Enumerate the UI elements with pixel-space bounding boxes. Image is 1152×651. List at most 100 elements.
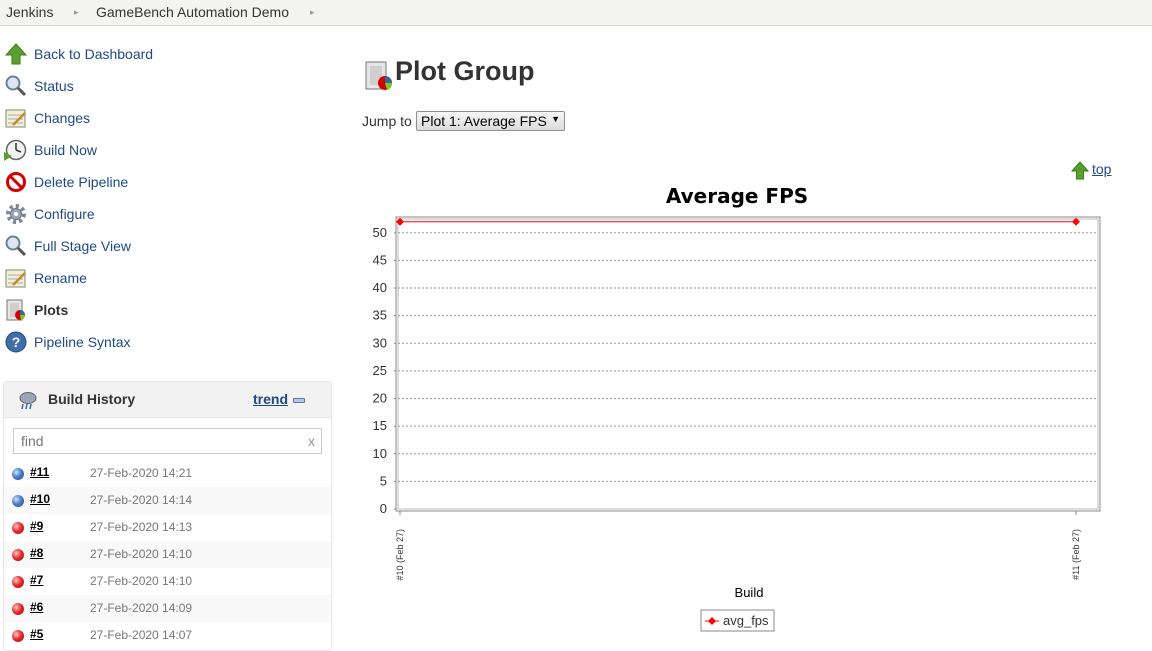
task-label: Plots bbox=[34, 302, 69, 318]
x-axis-label: Build bbox=[735, 585, 764, 600]
weather-cloud-icon bbox=[19, 392, 37, 410]
task-delete-pipeline[interactable]: Delete Pipeline bbox=[4, 170, 324, 194]
y-tick-label: 45 bbox=[373, 252, 387, 267]
chart-title: Average FPS bbox=[666, 184, 808, 208]
task-rename[interactable]: Rename bbox=[4, 266, 324, 290]
build-row: #10 27-Feb-2020 14:14 bbox=[4, 487, 331, 514]
build-date: 27-Feb-2020 14:13 bbox=[90, 520, 193, 534]
build-date: 27-Feb-2020 14:09 bbox=[90, 601, 193, 615]
collapse-toggle-icon[interactable] bbox=[293, 398, 305, 403]
build-row: #5 27-Feb-2020 14:07 bbox=[4, 622, 331, 649]
plot-area bbox=[395, 216, 1101, 512]
gear-icon bbox=[6, 204, 26, 224]
plot-select-value: Plot 1: Average FPS bbox=[421, 113, 547, 129]
task-pipeline-syntax[interactable]: ? Pipeline Syntax bbox=[4, 330, 324, 354]
build-number-link[interactable]: #10 bbox=[30, 492, 50, 506]
task-label: Build Now bbox=[34, 142, 98, 158]
task-label: Status bbox=[34, 78, 74, 94]
build-history-header: Build History trend bbox=[4, 382, 331, 418]
task-label: Full Stage View bbox=[34, 238, 132, 254]
build-row: #9 27-Feb-2020 14:13 bbox=[4, 514, 331, 541]
build-number-link[interactable]: #9 bbox=[30, 519, 43, 533]
build-search-placeholder: find bbox=[21, 433, 44, 449]
breadcrumb-chevron-icon[interactable]: ▸ bbox=[74, 7, 79, 18]
task-label: Back to Dashboard bbox=[34, 46, 154, 62]
build-number-link[interactable]: #11 bbox=[30, 465, 49, 479]
task-label: Configure bbox=[34, 206, 95, 222]
task-build-now[interactable]: Build Now bbox=[4, 138, 324, 162]
build-row: #11 27-Feb-2020 14:21 bbox=[4, 460, 331, 487]
x-tick-label: #11 (Feb 27) bbox=[1071, 529, 1081, 580]
chart-legend: avg_fps bbox=[700, 609, 775, 632]
task-full-stage-view[interactable]: Full Stage View bbox=[4, 234, 324, 258]
task-label: Pipeline Syntax bbox=[34, 334, 131, 350]
y-tick-label: 30 bbox=[373, 335, 387, 350]
notepad-icon bbox=[5, 109, 26, 128]
build-number-link[interactable]: #8 bbox=[30, 546, 43, 560]
trend-link[interactable]: trend bbox=[253, 391, 288, 407]
dropdown-arrow-icon: ▼ bbox=[551, 114, 560, 124]
build-row: #7 27-Feb-2020 14:10 bbox=[4, 568, 331, 595]
legend-label: avg_fps bbox=[723, 613, 769, 628]
help-icon: ? bbox=[5, 331, 27, 353]
average-fps-chart: Average FPS 0 5 10 15 20 25 30 35 40 45 50 #10 (Fe… bbox=[373, 184, 1101, 632]
build-date: 27-Feb-2020 14:21 bbox=[90, 466, 193, 480]
task-changes[interactable]: Changes bbox=[4, 106, 324, 130]
svg-text:?: ? bbox=[12, 334, 21, 350]
y-tick-label: 50 bbox=[373, 225, 387, 240]
notepad-icon bbox=[5, 269, 26, 288]
build-number-link[interactable]: #5 bbox=[30, 627, 43, 641]
y-tick-label: 25 bbox=[373, 363, 387, 378]
y-tick-label: 20 bbox=[373, 391, 387, 406]
breadcrumb-chevron-icon[interactable]: ▸ bbox=[310, 7, 315, 18]
task-back-to-dashboard[interactable]: Back to Dashboard bbox=[4, 42, 324, 66]
plot-select[interactable]: Plot 1: Average FPS ▼ bbox=[416, 111, 565, 131]
page-title: Plot Group bbox=[395, 56, 535, 86]
x-tick-label: #10 (Feb 27) bbox=[395, 529, 405, 581]
y-tick-label: 5 bbox=[380, 473, 387, 488]
task-configure[interactable]: Configure bbox=[4, 202, 324, 226]
y-tick-label: 0 bbox=[380, 501, 387, 516]
build-date: 27-Feb-2020 14:10 bbox=[90, 574, 193, 588]
task-status[interactable]: Status bbox=[4, 74, 324, 98]
clock-icon bbox=[4, 139, 27, 161]
y-tick-label: 35 bbox=[373, 308, 387, 323]
breadcrumb: Jenkins ▸ GameBench Automation Demo ▸ bbox=[0, 0, 1152, 26]
status-ball-red-icon bbox=[12, 549, 24, 561]
magnifier-icon bbox=[5, 75, 27, 97]
status-ball-blue-icon bbox=[12, 468, 24, 480]
task-plots[interactable]: Plots bbox=[4, 298, 324, 322]
y-tick-label: 40 bbox=[373, 280, 387, 295]
top-link-label: top bbox=[1092, 161, 1112, 177]
build-history-title: Build History bbox=[48, 391, 136, 407]
status-ball-red-icon bbox=[12, 603, 24, 615]
task-label: Rename bbox=[34, 270, 87, 286]
status-ball-red-icon bbox=[12, 522, 24, 534]
build-row: #8 27-Feb-2020 14:10 bbox=[4, 541, 331, 568]
y-tick-label: 10 bbox=[373, 446, 387, 461]
clear-search-icon[interactable]: x bbox=[308, 433, 315, 449]
task-label: Delete Pipeline bbox=[34, 174, 129, 190]
build-date: 27-Feb-2020 14:14 bbox=[90, 493, 193, 507]
build-history-panel: Build History trend find x #11 27-Feb-20… bbox=[3, 381, 332, 651]
status-ball-red-icon bbox=[12, 576, 24, 588]
build-date: 27-Feb-2020 14:10 bbox=[90, 547, 193, 561]
build-number-link[interactable]: #6 bbox=[30, 600, 43, 614]
plot-icon bbox=[6, 299, 26, 321]
build-row: #6 27-Feb-2020 14:09 bbox=[4, 595, 331, 622]
build-number-link[interactable]: #7 bbox=[30, 573, 43, 587]
no-entry-icon bbox=[6, 172, 26, 192]
breadcrumb-job[interactable]: GameBench Automation Demo bbox=[96, 4, 289, 20]
breadcrumb-jenkins[interactable]: Jenkins bbox=[6, 4, 53, 20]
up-arrow-icon bbox=[4, 43, 28, 65]
build-search-input[interactable]: find x bbox=[13, 428, 322, 454]
y-tick-label: 15 bbox=[373, 418, 387, 433]
up-arrow-icon bbox=[1071, 161, 1089, 180]
plot-group-icon bbox=[365, 61, 393, 90]
status-ball-red-icon bbox=[12, 630, 24, 642]
status-ball-blue-icon bbox=[12, 495, 24, 507]
top-link[interactable]: top bbox=[1071, 161, 1131, 181]
task-label: Changes bbox=[34, 110, 91, 126]
jump-to-label: Jump to bbox=[362, 113, 412, 129]
magnifier-icon bbox=[5, 235, 27, 257]
